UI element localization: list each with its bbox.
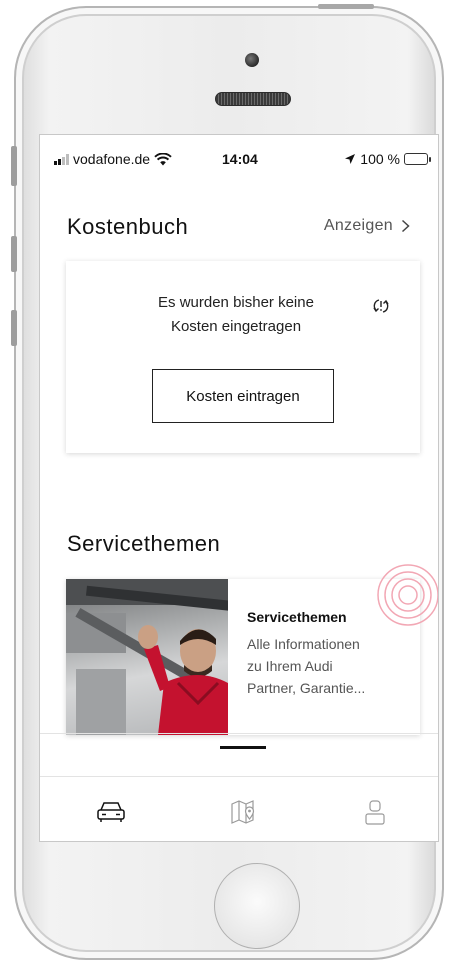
- status-time: 14:04: [222, 151, 258, 167]
- carrier-name: vodafone.de: [73, 151, 151, 167]
- front-camera: [245, 53, 259, 67]
- battery-icon: [404, 153, 431, 165]
- tab-vehicle[interactable]: [94, 797, 128, 827]
- mute-switch: [11, 146, 17, 186]
- cost-empty-line1: Es wurden bisher keine: [158, 294, 314, 311]
- volume-down-button: [11, 310, 17, 346]
- status-left: vodafone.de: [54, 151, 172, 167]
- map-icon: [231, 800, 255, 824]
- cost-empty-line2: Kosten eingetragen: [170, 318, 302, 335]
- signal-icon: [54, 153, 69, 165]
- chevron-right-icon: [401, 219, 410, 233]
- cost-card: Es wurden bisher keine Kosten eingetrage…: [66, 261, 420, 453]
- home-button[interactable]: [214, 863, 300, 949]
- status-right: 100 %: [344, 151, 431, 167]
- tab-bar: [40, 783, 438, 841]
- location-arrow-icon: [345, 154, 356, 164]
- tab-map[interactable]: [227, 797, 261, 827]
- earpiece-speaker: [215, 92, 291, 106]
- service-desc-line3: Partner, Garantie...: [247, 680, 366, 696]
- tap-ripple-icon: [377, 564, 438, 626]
- scroll-indicator: [220, 746, 266, 749]
- app-screen: vodafone.de 14:04 100 % Kostenbuch Anzei…: [39, 134, 439, 842]
- tab-profile[interactable]: [358, 797, 392, 827]
- car-icon: [97, 802, 125, 822]
- battery-percent: 100 %: [360, 151, 400, 167]
- content-divider: [40, 733, 438, 734]
- cost-empty-message: Es wurden bisher keine Kosten eingetrage…: [106, 291, 366, 339]
- wifi-icon: [154, 152, 172, 165]
- service-desc-line2: zu Ihrem Audi: [247, 658, 333, 674]
- volume-up-button: [11, 236, 17, 272]
- refresh-icon[interactable]: [370, 295, 392, 317]
- status-bar: vodafone.de 14:04 100 %: [40, 135, 438, 181]
- servicethemen-title: Servicethemen: [67, 531, 221, 556]
- kostenbuch-show-label: Anzeigen: [323, 217, 393, 234]
- mechanic-photo: [66, 579, 228, 735]
- service-desc-line1: Alle Informationen: [247, 636, 360, 652]
- tab-bar-divider: [40, 776, 438, 777]
- profile-icon: [365, 800, 385, 825]
- add-cost-button[interactable]: Kosten eintragen: [152, 369, 334, 423]
- kostenbuch-show-link[interactable]: Anzeigen: [324, 217, 410, 235]
- service-topic-card[interactable]: Servicethemen Alle Informationen zu Ihre…: [66, 579, 420, 735]
- power-button: [318, 4, 374, 9]
- kostenbuch-title: Kostenbuch: [67, 214, 189, 239]
- service-card-description: Alle Informationen zu Ihrem Audi Partner…: [247, 633, 407, 699]
